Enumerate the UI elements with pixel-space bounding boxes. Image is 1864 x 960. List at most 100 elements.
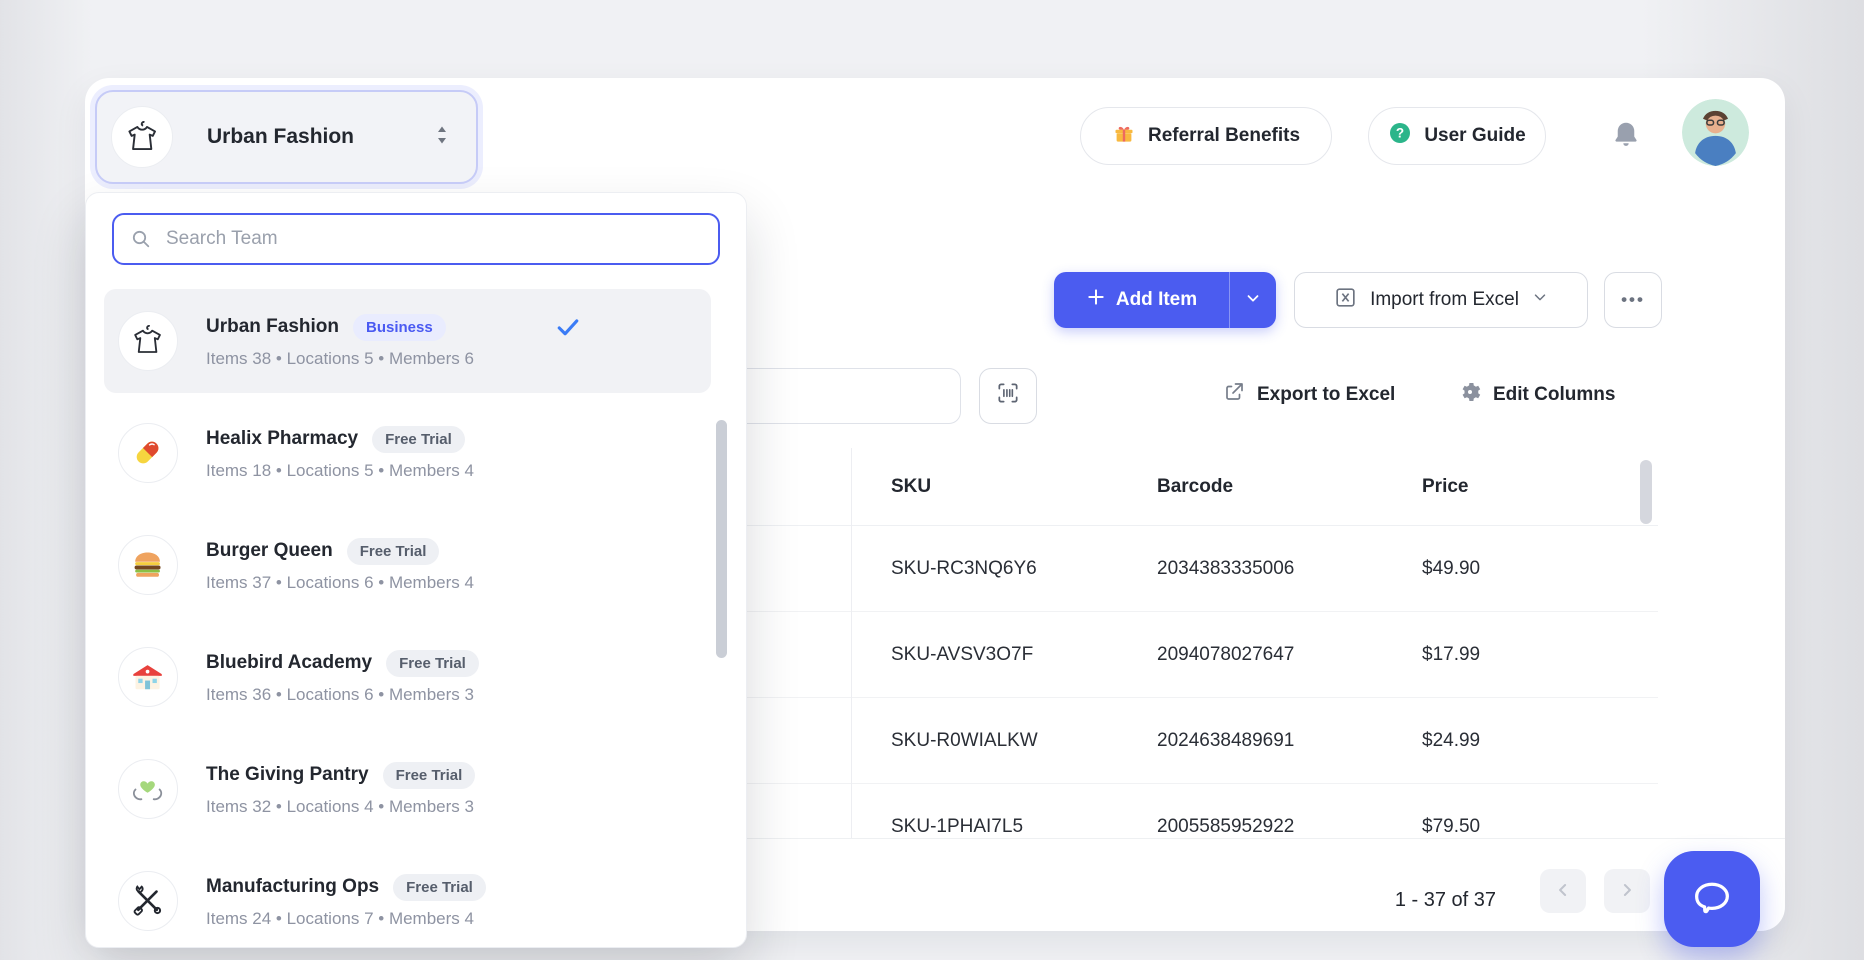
team-list-item[interactable]: Manufacturing Ops Free Trial Items 24 • …	[104, 849, 711, 953]
team-stats: Items 32 • Locations 4 • Members 3	[206, 797, 475, 817]
user-guide-button[interactable]: ? User Guide	[1368, 107, 1546, 165]
sort-arrows-icon	[434, 124, 450, 151]
table-row[interactable]: SKU-AVSV3O7F 2094078027647 $17.99	[620, 612, 1658, 698]
column-header-price[interactable]: Price	[1382, 476, 1658, 498]
add-item-dropdown-button[interactable]	[1230, 272, 1276, 328]
team-name: The Giving Pantry	[206, 764, 369, 786]
burger-icon	[118, 535, 178, 595]
team-list-item[interactable]: Bluebird Academy Free Trial Items 36 • L…	[104, 625, 711, 729]
team-selector-button[interactable]: Urban Fashion	[95, 90, 478, 184]
table-row[interactable]: SKU-RC3NQ6Y6 2034383335006 $49.90	[620, 526, 1658, 612]
dropdown-scrollbar[interactable]	[716, 420, 727, 658]
team-list-item[interactable]: Burger Queen Free Trial Items 37 • Locat…	[104, 513, 711, 617]
import-from-excel-button[interactable]: Import from Excel	[1294, 272, 1588, 328]
pill-icon	[118, 423, 178, 483]
team-plan-badge: Free Trial	[372, 426, 465, 453]
export-icon	[1222, 380, 1246, 410]
team-list-item[interactable]: Urban Fashion Business Items 38 • Locati…	[104, 289, 711, 393]
tshirt-icon	[118, 311, 178, 371]
bell-icon	[1610, 117, 1642, 156]
hands-heart-icon	[118, 759, 178, 819]
svg-text:?: ?	[1396, 126, 1404, 141]
chat-bubble-icon	[1689, 875, 1735, 924]
cell-barcode: 2005585952922	[1117, 816, 1382, 838]
search-team-input[interactable]	[112, 213, 720, 265]
column-divider	[851, 448, 852, 838]
team-name: Healix Pharmacy	[206, 428, 358, 450]
cell-sku: SKU-1PHAI7L5	[851, 816, 1117, 838]
tools-icon	[118, 871, 178, 931]
pagination-label: 1 - 37 of 37	[1356, 878, 1496, 922]
cell-sku: SKU-AVSV3O7F	[851, 644, 1117, 666]
referral-benefits-label: Referral Benefits	[1148, 125, 1300, 147]
referral-benefits-button[interactable]: Referral Benefits	[1080, 107, 1332, 165]
cell-barcode: 2024638489691	[1117, 730, 1382, 752]
pagination-prev-button[interactable]	[1540, 869, 1586, 913]
more-dots-label: •••	[1621, 290, 1645, 310]
add-item-label: Add Item	[1116, 289, 1197, 311]
avatar[interactable]	[1682, 99, 1749, 166]
more-actions-button[interactable]: •••	[1604, 272, 1662, 328]
team-stats: Items 36 • Locations 6 • Members 3	[206, 685, 479, 705]
column-header-sku[interactable]: SKU	[851, 476, 1117, 498]
team-plan-badge: Free Trial	[386, 650, 479, 677]
plus-icon	[1086, 287, 1106, 313]
team-name: Burger Queen	[206, 540, 333, 562]
barcode-scan-icon	[995, 380, 1021, 412]
column-header-barcode[interactable]: Barcode	[1117, 476, 1382, 498]
selected-team-label: Urban Fashion	[207, 125, 434, 149]
team-plan-badge: Free Trial	[393, 874, 486, 901]
team-plan-badge: Free Trial	[383, 762, 476, 789]
export-to-excel-button[interactable]: Export to Excel	[1222, 380, 1395, 410]
import-from-excel-label: Import from Excel	[1370, 289, 1519, 311]
team-list-item[interactable]: The Giving Pantry Free Trial Items 32 • …	[104, 737, 711, 841]
cell-sku: SKU-RC3NQ6Y6	[851, 558, 1117, 580]
team-stats: Items 38 • Locations 5 • Members 6	[206, 349, 474, 369]
cell-barcode: 2034383335006	[1117, 558, 1382, 580]
table-scrollbar[interactable]	[1640, 460, 1652, 524]
gift-icon	[1112, 121, 1136, 151]
chevron-down-icon	[1244, 289, 1262, 312]
edit-columns-button[interactable]: Edit Columns	[1458, 380, 1615, 410]
tshirt-icon	[111, 106, 173, 168]
table-header-row: SKU Barcode Price	[620, 448, 1658, 526]
check-icon	[554, 313, 582, 341]
edit-columns-label: Edit Columns	[1493, 384, 1615, 406]
team-plan-badge: Business	[353, 314, 446, 341]
table-row[interactable]: SKU-R0WIALKW 2024638489691 $24.99	[620, 698, 1658, 784]
add-item-button[interactable]: Add Item	[1054, 272, 1230, 328]
gear-icon	[1458, 380, 1482, 410]
team-stats: Items 24 • Locations 7 • Members 4	[206, 909, 486, 929]
export-to-excel-label: Export to Excel	[1257, 384, 1395, 406]
items-table: SKU Barcode Price SKU-RC3NQ6Y6 203438333…	[620, 448, 1658, 838]
team-dropdown-panel: Urban Fashion Business Items 38 • Locati…	[85, 192, 747, 948]
team-name: Manufacturing Ops	[206, 876, 379, 898]
team-list: Urban Fashion Business Items 38 • Locati…	[104, 289, 711, 960]
pagination-next-button[interactable]	[1604, 869, 1650, 913]
cell-price: $79.50	[1382, 816, 1658, 838]
chevron-right-icon	[1617, 880, 1637, 903]
cell-price: $49.90	[1382, 558, 1658, 580]
notifications-button[interactable]	[1604, 110, 1648, 162]
school-icon	[118, 647, 178, 707]
cell-price: $17.99	[1382, 644, 1658, 666]
chat-launcher-button[interactable]	[1664, 851, 1760, 947]
question-icon: ?	[1388, 121, 1412, 151]
chevron-left-icon	[1553, 880, 1573, 903]
barcode-scan-button[interactable]	[979, 368, 1037, 424]
cell-barcode: 2094078027647	[1117, 644, 1382, 666]
team-name: Urban Fashion	[206, 316, 339, 338]
user-guide-label: User Guide	[1424, 125, 1525, 147]
chevron-down-icon	[1531, 288, 1549, 312]
team-name: Bluebird Academy	[206, 652, 372, 674]
table-body: SKU-RC3NQ6Y6 2034383335006 $49.90 SKU-AV…	[620, 526, 1658, 838]
team-list-item[interactable]: Healix Pharmacy Free Trial Items 18 • Lo…	[104, 401, 711, 505]
add-item-split-button: Add Item	[1054, 272, 1276, 328]
excel-icon	[1333, 285, 1358, 316]
team-stats: Items 37 • Locations 6 • Members 4	[206, 573, 474, 593]
cell-sku: SKU-R0WIALKW	[851, 730, 1117, 752]
team-plan-badge: Free Trial	[347, 538, 440, 565]
cell-price: $24.99	[1382, 730, 1658, 752]
table-row[interactable]: SKU-1PHAI7L5 2005585952922 $79.50	[620, 784, 1658, 838]
team-stats: Items 18 • Locations 5 • Members 4	[206, 461, 474, 481]
